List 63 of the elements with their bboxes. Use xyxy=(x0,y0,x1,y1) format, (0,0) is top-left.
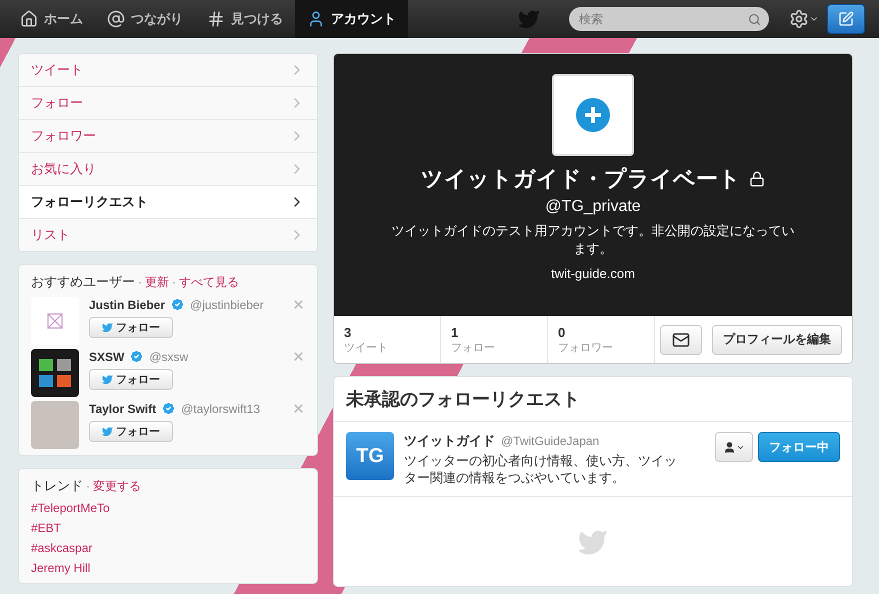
pen-square-icon xyxy=(838,11,854,27)
stat-value[interactable]: 0 xyxy=(558,324,644,340)
follow-button[interactable]: フォロー xyxy=(89,369,173,390)
module-link[interactable]: 更新 xyxy=(145,274,169,291)
user-name[interactable]: Taylor Swift xyxy=(89,402,156,416)
trend-link[interactable]: Jeremy Hill xyxy=(31,561,305,575)
search-input[interactable]: 検索 xyxy=(577,11,748,27)
trend-link[interactable]: #EBT xyxy=(31,521,305,535)
profile-handle: @TG_private xyxy=(545,198,641,216)
settings-icon[interactable] xyxy=(789,9,819,29)
user-icon xyxy=(307,10,325,28)
trend-link[interactable]: #TeleportMeTo xyxy=(31,501,305,515)
home-icon xyxy=(20,10,38,28)
user-handle: @taylorswift13 xyxy=(181,402,260,416)
bird-icon xyxy=(102,374,113,385)
avatar-logo: TG xyxy=(346,432,394,480)
bird-logo-icon xyxy=(518,8,540,30)
bird-icon xyxy=(102,322,113,333)
message-button[interactable] xyxy=(660,324,702,354)
avatar-logo xyxy=(31,297,79,345)
at-sign-icon xyxy=(107,10,125,28)
user-bio: ツイッターの初心者向け情報、使い方、ツイッター関連の情報をつぶやいています。 xyxy=(404,452,678,486)
edit-profile-button[interactable]: プロフィールを編集 xyxy=(712,324,842,354)
stat-value[interactable]: 1 xyxy=(451,324,537,340)
profile-name: ツイットガイド・プライベート xyxy=(421,165,741,193)
user-handle: @justinbieber xyxy=(190,298,264,312)
module-link[interactable]: 変更する xyxy=(93,478,141,495)
stat-value[interactable]: 3 xyxy=(344,324,430,340)
user-name[interactable]: ツイットガイド xyxy=(404,432,495,450)
compose-button[interactable] xyxy=(827,4,865,34)
nav-tab[interactable]: つながり xyxy=(95,0,195,38)
user-handle: @TwitGuideJapan xyxy=(501,434,600,448)
separator: · xyxy=(138,275,142,289)
user-caret-icon xyxy=(723,440,745,454)
section-title: 未承認のフォローリクエスト xyxy=(346,389,580,409)
bird-icon xyxy=(102,426,113,437)
user-name[interactable]: Justin Bieber xyxy=(89,298,166,312)
user-name[interactable]: SXSW xyxy=(89,350,124,364)
hash-icon xyxy=(207,10,225,28)
search-field[interactable]: 検索 xyxy=(569,7,769,31)
search-icon xyxy=(748,12,761,26)
nav-tab[interactable]: ホーム xyxy=(8,0,95,38)
module-title: おすすめユーザー xyxy=(31,273,135,291)
menu-item[interactable]: リスト xyxy=(19,218,317,251)
follow-button[interactable]: フォロー xyxy=(89,421,173,442)
nav-tab[interactable]: 見つける xyxy=(195,0,295,38)
user-actions-button[interactable] xyxy=(715,432,753,462)
separator: · xyxy=(86,479,90,493)
menu-item[interactable]: フォローリクエスト xyxy=(19,185,317,218)
trend-link[interactable]: #askcaspar xyxy=(31,541,305,555)
profile-photo[interactable] xyxy=(552,74,634,156)
profile-bio: ツイットガイドのテスト用アカウントです。非公開の設定になっています。 xyxy=(390,222,796,258)
module-title: トレンド xyxy=(31,477,83,495)
photo-placeholder xyxy=(31,401,79,449)
add-photo-icon xyxy=(575,97,611,133)
module-link[interactable]: すべて見る xyxy=(179,274,239,291)
envelope-icon xyxy=(672,330,690,348)
follow-button[interactable]: フォロー xyxy=(89,317,173,338)
profile-url[interactable]: twit-guide.com xyxy=(551,266,635,281)
separator: · xyxy=(172,275,176,289)
user-handle: @sxsw xyxy=(149,350,188,364)
nav-tab[interactable]: アカウント xyxy=(295,0,408,38)
avatar-logo xyxy=(31,349,79,397)
